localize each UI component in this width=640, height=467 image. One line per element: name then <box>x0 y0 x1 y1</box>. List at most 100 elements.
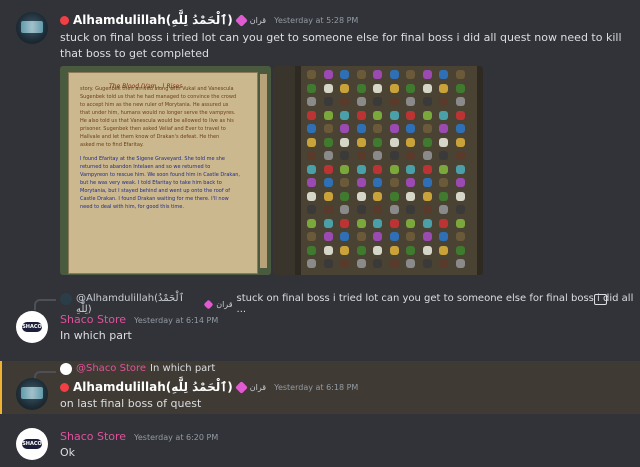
avatar-alhamdulillah[interactable] <box>16 378 48 410</box>
bank-item <box>406 245 415 255</box>
avatar-label: SHACO <box>22 441 42 447</box>
bank-item <box>323 191 333 201</box>
bank-item <box>389 245 399 255</box>
server-tag[interactable]: قران <box>250 16 266 25</box>
journal-line: to accept him as the new ruler of Moryta… <box>80 102 229 108</box>
bank-item <box>389 151 399 160</box>
bank-item <box>307 151 316 160</box>
reply-text: In which part <box>150 363 216 374</box>
bank-item <box>307 232 316 241</box>
journal-line: He also told us that Vanescula would be … <box>80 118 234 124</box>
bank-item <box>307 164 316 174</box>
attachment-bank-inventory[interactable] <box>273 66 483 275</box>
bank-item <box>356 205 366 214</box>
bank-item <box>406 178 415 187</box>
bank-item <box>422 245 432 255</box>
bank-item <box>439 110 448 120</box>
server-tag[interactable]: قران <box>250 383 266 392</box>
bank-item <box>439 178 448 187</box>
journal-line: story. Gugenbek then arrived along with … <box>80 86 234 92</box>
reply-text: stuck on final boss i tried lot can you … <box>236 293 634 315</box>
bank-item <box>340 70 349 79</box>
bank-item <box>389 178 399 187</box>
bank-item <box>439 70 448 79</box>
author-name[interactable]: Alhamdulillah(ٱلْحَمْدُ لِلَّٰهِ) <box>73 13 233 27</box>
bank-item <box>373 218 382 228</box>
author-name[interactable]: Alhamdulillah(ٱلْحَمْدُ لِلَّٰهِ) <box>73 380 233 394</box>
bank-item <box>340 137 349 147</box>
reply-connector <box>34 299 56 310</box>
bank-item <box>406 137 415 147</box>
bank-item <box>356 151 366 160</box>
reply-preview[interactable]: @Alhamdulillah(ٱلْحَمْدُ لِلَّٰهِ) قران … <box>76 293 640 315</box>
bank-item <box>356 178 366 187</box>
bank-item <box>373 205 382 214</box>
bank-item <box>356 137 366 147</box>
image-icon <box>594 294 607 305</box>
reply-preview[interactable]: @Shaco Store In which part <box>76 363 215 374</box>
bank-item <box>373 110 382 120</box>
journal-line: Hallvale and let them know of Drakan's d… <box>80 134 220 140</box>
bank-item <box>455 232 465 241</box>
bank-item <box>340 164 349 174</box>
reply-author[interactable]: @Alhamdulillah(ٱلْحَمْدُ لِلَّٰهِ) <box>76 293 201 315</box>
bank-item <box>455 110 465 120</box>
bank-item <box>389 218 399 228</box>
bank-item <box>323 178 333 187</box>
bank-item <box>422 110 432 120</box>
role-icon <box>60 382 69 392</box>
bank-item <box>422 151 432 160</box>
bank-item <box>373 259 382 268</box>
bank-item <box>323 164 333 174</box>
bank-item <box>406 151 415 160</box>
journal-line: Castle Drakan. I found Drakan waiting fo… <box>80 196 229 202</box>
bank-item <box>422 124 432 133</box>
bank-item <box>406 124 415 133</box>
bank-item <box>356 124 366 133</box>
avatar-shaco-store[interactable]: SHACO <box>16 311 48 343</box>
avatar-alhamdulillah[interactable] <box>16 12 48 44</box>
journal-scrollbar[interactable] <box>260 74 267 268</box>
gem-badge-icon <box>203 299 214 309</box>
reply-avatar <box>60 363 72 375</box>
bank-item <box>422 205 432 214</box>
journal-line: but he was very weak. I told Efaritay to… <box>80 180 222 186</box>
message-header: Shaco Store Yesterday at 6:20 PM <box>60 430 218 443</box>
bank-item <box>373 97 382 106</box>
bank-item <box>307 191 316 201</box>
journal-line: prisoner. Sugenbek then asked Veliaf and… <box>80 126 226 132</box>
bank-item <box>373 151 382 160</box>
author-name[interactable]: Shaco Store <box>60 430 126 443</box>
bank-item <box>406 232 415 241</box>
bank-item <box>373 178 382 187</box>
bank-item <box>455 124 465 133</box>
bank-item <box>373 191 382 201</box>
timestamp[interactable]: Yesterday at 6:14 PM <box>134 316 218 325</box>
bank-item <box>455 151 465 160</box>
timestamp[interactable]: Yesterday at 6:20 PM <box>134 433 218 442</box>
author-name[interactable]: Shaco Store <box>60 313 126 326</box>
journal-line: I found Efaritay at the Sigene Graveyard… <box>80 156 225 162</box>
bank-item <box>323 245 333 255</box>
timestamp[interactable]: Yesterday at 6:18 PM <box>274 383 358 392</box>
bank-item <box>406 97 415 106</box>
bank-item <box>406 191 415 201</box>
message-text: In which part <box>60 329 132 342</box>
bank-item <box>323 205 333 214</box>
reply-author[interactable]: @Shaco Store <box>76 363 146 374</box>
bank-item <box>422 178 432 187</box>
timestamp[interactable]: Yesterday at 5:28 PM <box>274 16 358 25</box>
bank-item <box>389 70 399 79</box>
message-text-line1: stuck on final boss i tried lot can you … <box>60 31 622 44</box>
attachment-quest-journal[interactable]: The Blood (Vam...) Rises story. Gugenbek… <box>60 66 271 275</box>
bank-item <box>323 83 333 93</box>
bank-item <box>373 137 382 147</box>
avatar-shaco-store[interactable]: SHACO <box>16 428 48 460</box>
bank-item <box>422 137 432 147</box>
bank-item <box>439 124 448 133</box>
bank-item <box>389 110 399 120</box>
bank-item <box>323 124 333 133</box>
bank-item <box>340 83 349 93</box>
message-text: Ok <box>60 446 76 459</box>
bank-item <box>422 218 432 228</box>
